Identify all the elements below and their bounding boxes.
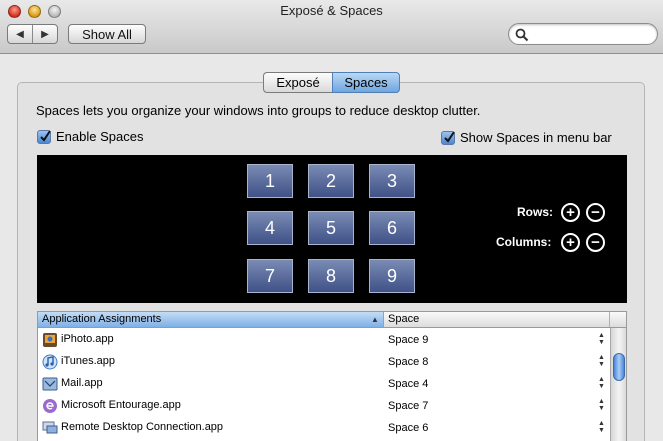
space-assignment: Space 7 xyxy=(388,400,429,412)
search-input[interactable] xyxy=(531,26,651,42)
application-assignments-table: Application Assignments ▲ Space iPhoto.a… xyxy=(37,311,627,441)
space-popup-arrows-icon[interactable]: ▲ ▼ xyxy=(598,376,605,390)
app-name: Mail.app xyxy=(61,377,103,389)
tab-expose[interactable]: Exposé xyxy=(263,72,332,93)
space-popup-arrows-icon[interactable]: ▲ ▼ xyxy=(598,332,605,346)
spaces-preview: 1 2 3 4 5 6 7 8 9 Rows: + − Columns: + − xyxy=(37,155,627,303)
table-row[interactable]: Mail.app Space 4 ▲ ▼ xyxy=(38,373,610,395)
checkmark-icon xyxy=(444,130,455,143)
space-tile-2[interactable]: 2 xyxy=(308,164,354,198)
space-tile-3[interactable]: 3 xyxy=(369,164,415,198)
enable-spaces-checkbox-row[interactable]: Enable Spaces xyxy=(37,129,143,144)
add-column-button[interactable]: + xyxy=(561,233,580,252)
search-field[interactable] xyxy=(508,23,658,45)
entourage-icon xyxy=(43,399,57,413)
forward-arrow-icon: ▶ xyxy=(41,28,49,40)
app-name: iPhoto.app xyxy=(61,333,114,345)
column-header-space[interactable]: Space xyxy=(385,312,610,327)
column-header-application[interactable]: Application Assignments xyxy=(38,312,384,327)
space-popup-arrows-icon[interactable]: ▲ ▼ xyxy=(598,420,605,434)
columns-label: Columns: xyxy=(496,235,552,249)
spaces-description: Spaces lets you organize your windows in… xyxy=(36,103,481,118)
show-menu-bar-checkbox[interactable] xyxy=(441,130,455,145)
remove-row-button[interactable]: − xyxy=(586,203,605,222)
checkmark-icon xyxy=(40,129,51,142)
iphoto-icon xyxy=(43,333,57,347)
table-header: Application Assignments ▲ Space xyxy=(38,312,626,328)
add-row-button[interactable]: + xyxy=(561,203,580,222)
back-button[interactable]: ◀ xyxy=(8,25,33,43)
space-tile-5[interactable]: 5 xyxy=(308,211,354,245)
remote-desktop-icon xyxy=(42,421,58,434)
app-name: Microsoft Entourage.app xyxy=(61,399,181,411)
table-row[interactable]: iTunes.app Space 8 ▲ ▼ xyxy=(38,351,610,373)
itunes-icon xyxy=(42,354,58,370)
tab-spaces[interactable]: Spaces xyxy=(332,72,400,93)
enable-spaces-checkbox[interactable] xyxy=(37,129,51,144)
space-tile-4[interactable]: 4 xyxy=(247,211,293,245)
column-header-application-label: Application Assignments xyxy=(42,313,162,325)
space-tile-1[interactable]: 1 xyxy=(247,164,293,198)
tab-bar: Exposé Spaces xyxy=(263,72,400,93)
navigation-segmented-control: ◀ ▶ xyxy=(7,24,58,44)
remove-column-button[interactable]: − xyxy=(586,233,605,252)
rows-label: Rows: xyxy=(517,205,553,219)
space-popup-arrows-icon[interactable]: ▲ ▼ xyxy=(598,354,605,368)
search-icon xyxy=(515,28,529,42)
scrollbar-thumb[interactable] xyxy=(613,353,625,381)
window-toolbar: Exposé & Spaces ◀ ▶ Show All xyxy=(0,0,663,54)
app-name: Remote Desktop Connection.app xyxy=(61,421,224,433)
show-all-button[interactable]: Show All xyxy=(68,24,146,44)
space-assignment: Space 6 xyxy=(388,422,429,434)
forward-button[interactable]: ▶ xyxy=(33,25,57,43)
space-tile-7[interactable]: 7 xyxy=(247,259,293,293)
table-row[interactable]: Microsoft Entourage.app Space 7 ▲ ▼ xyxy=(38,395,610,417)
table-row[interactable]: iPhoto.app Space 9 ▲ ▼ xyxy=(38,329,610,351)
space-assignment: Space 9 xyxy=(388,334,429,346)
space-tile-6[interactable]: 6 xyxy=(369,211,415,245)
space-tile-8[interactable]: 8 xyxy=(308,259,354,293)
app-name: iTunes.app xyxy=(61,355,116,367)
back-arrow-icon: ◀ xyxy=(16,28,24,40)
space-tile-9[interactable]: 9 xyxy=(369,259,415,293)
show-menu-bar-checkbox-row[interactable]: Show Spaces in menu bar xyxy=(441,130,612,145)
table-vertical-scrollbar[interactable] xyxy=(610,328,626,441)
space-popup-arrows-icon[interactable]: ▲ ▼ xyxy=(598,398,605,412)
mail-icon xyxy=(42,377,58,391)
enable-spaces-label: Enable Spaces xyxy=(56,129,144,144)
window-title: Exposé & Spaces xyxy=(280,3,383,18)
show-menu-bar-label: Show Spaces in menu bar xyxy=(460,130,612,145)
sort-ascending-icon: ▲ xyxy=(371,315,379,324)
space-assignment: Space 4 xyxy=(388,378,429,390)
space-assignment: Space 8 xyxy=(388,356,429,368)
table-row[interactable]: Remote Desktop Connection.app Space 6 ▲ ▼ xyxy=(38,417,610,439)
